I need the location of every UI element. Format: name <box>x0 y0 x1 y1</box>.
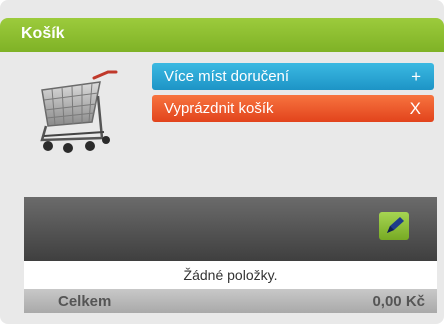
cart-header: Košík <box>0 18 444 52</box>
plus-icon: + <box>411 67 421 86</box>
empty-message: Žádné položky. <box>183 267 278 283</box>
total-label: Celkem <box>58 293 112 310</box>
cart-title: Košík <box>21 25 65 42</box>
edit-cart-button[interactable] <box>379 212 409 240</box>
empty-cart-label: Vyprázdnit košík <box>164 100 274 117</box>
cart-total-row: Celkem 0,00 Kč <box>24 289 437 313</box>
multi-delivery-button[interactable]: Více míst doručení + <box>152 63 434 90</box>
cart-summary-bar <box>24 197 437 261</box>
shopping-cart-icon <box>40 70 118 153</box>
close-icon: X <box>409 99 421 118</box>
empty-cart-button[interactable]: Vyprázdnit košík X <box>152 95 434 122</box>
multi-delivery-label: Více míst doručení <box>164 68 290 85</box>
total-value: 0,00 Kč <box>372 293 425 310</box>
pencil-icon <box>387 217 404 233</box>
cart-widget: Košík Více míst doručení + Vyprázdnit ko… <box>0 0 444 324</box>
cart-items-list: Žádné položky. <box>24 261 437 289</box>
